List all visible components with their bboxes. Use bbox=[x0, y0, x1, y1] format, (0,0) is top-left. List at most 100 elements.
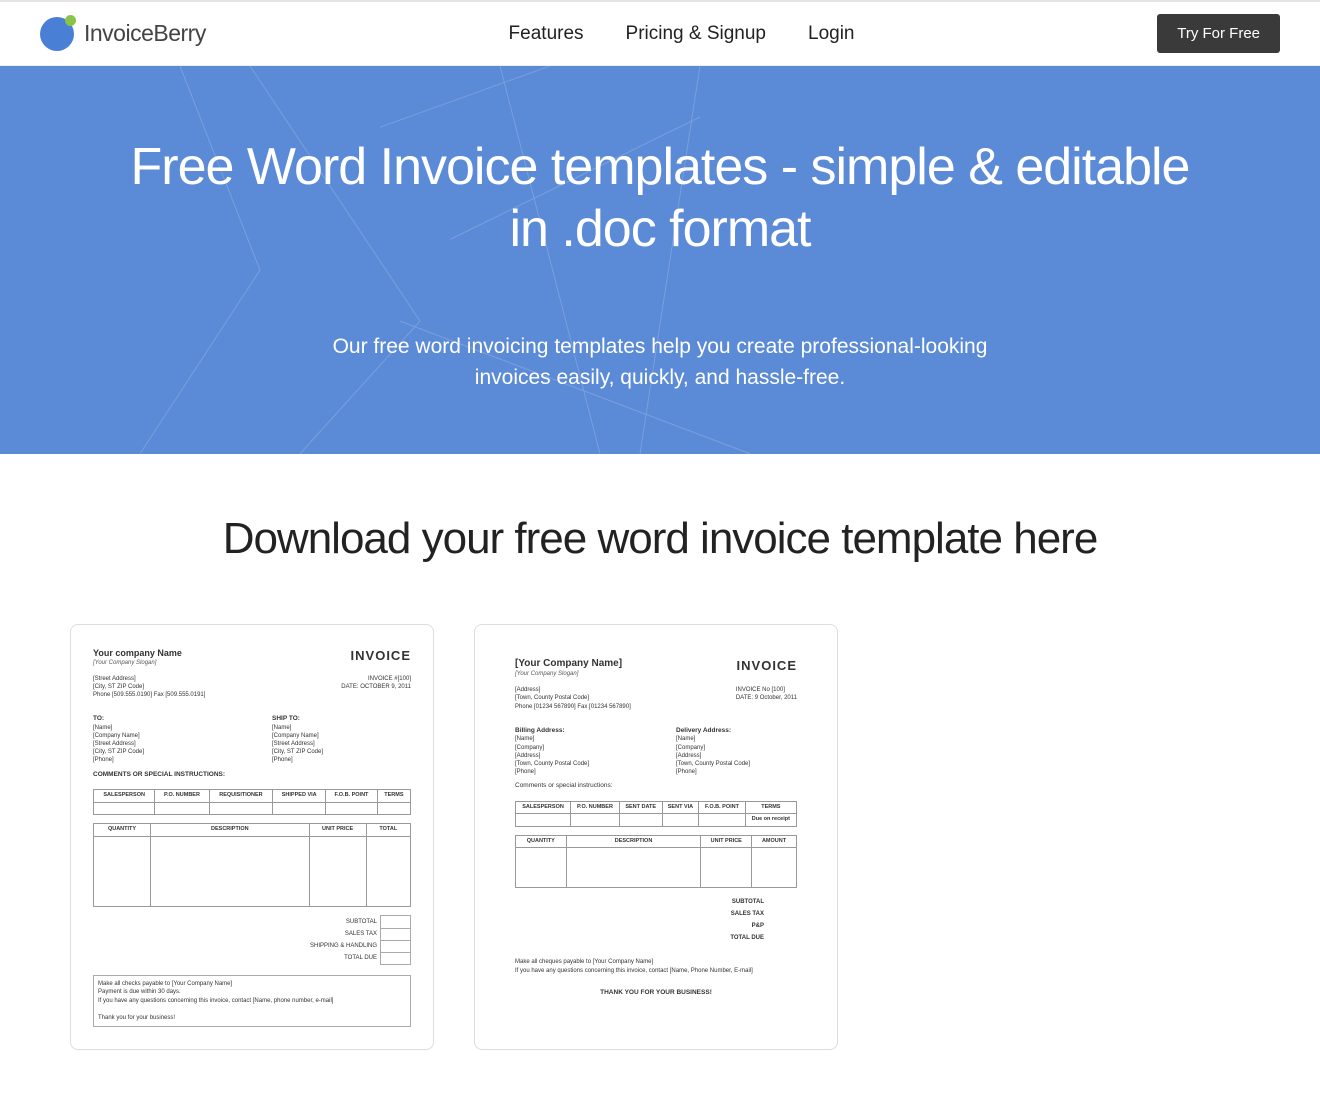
t1-th-qty: QUANTITY bbox=[94, 824, 151, 836]
logo-icon bbox=[40, 17, 74, 51]
t2-addr: [Address] bbox=[515, 686, 631, 694]
t2-deliv-name: [Name] bbox=[676, 735, 797, 743]
t1-slogan: [Your Company Slogan] bbox=[93, 659, 182, 667]
t2-items-table: QUANTITY DESCRIPTION UNIT PRICE AMOUNT bbox=[515, 835, 797, 888]
t1-to-city: [City, ST ZIP Code] bbox=[93, 748, 232, 756]
t2-town: [Town, County Postal Code] bbox=[515, 694, 631, 702]
t2-deliv-phone: [Phone] bbox=[676, 768, 797, 776]
t1-tot-tax: SALES TAX bbox=[268, 928, 381, 940]
t1-th-po: P.O. NUMBER bbox=[155, 790, 209, 802]
t2-th-sentdate: SENT DATE bbox=[619, 801, 662, 813]
logo-text: InvoiceBerry bbox=[84, 20, 206, 47]
hero-title: Free Word Invoice templates - simple & e… bbox=[110, 136, 1210, 261]
template-card-1[interactable]: Your company Name [Your Company Slogan] … bbox=[70, 624, 434, 1050]
t1-foot3: If you have any questions concerning thi… bbox=[98, 997, 406, 1005]
t2-invno: INVOICE No [100] bbox=[736, 686, 797, 694]
t2-bill-phone: [Phone] bbox=[515, 768, 636, 776]
t2-th-fob: F.O.B. POINT bbox=[699, 801, 745, 813]
nav-pricing[interactable]: Pricing & Signup bbox=[626, 23, 766, 45]
logo[interactable]: InvoiceBerry bbox=[40, 17, 206, 51]
t2-th-sales: SALESPERSON bbox=[516, 801, 571, 813]
t1-invoice-word: INVOICE bbox=[351, 647, 411, 665]
t2-bill-town: [Town, County Postal Code] bbox=[515, 760, 636, 768]
t2-invoice-word: INVOICE bbox=[737, 657, 797, 675]
t2-phonefax: Phone [01234 567890] Fax [01234 567890] bbox=[515, 703, 631, 711]
t1-phonefax: Phone [509.555.0190] Fax [509.555.0191] bbox=[93, 691, 205, 699]
t1-th-terms: TERMS bbox=[377, 790, 410, 802]
t2-deliv-label: Delivery Address: bbox=[676, 727, 797, 736]
hero: Free Word Invoice templates - simple & e… bbox=[0, 66, 1320, 454]
section-heading: Download your free word invoice template… bbox=[70, 514, 1250, 564]
nav-links: Features Pricing & Signup Login bbox=[509, 23, 855, 45]
t2-deliv-town: [Town, County Postal Code] bbox=[676, 760, 797, 768]
hero-subtitle: Our free word invoicing templates help y… bbox=[320, 331, 1000, 394]
t2-th-sentvia: SENT VIA bbox=[662, 801, 699, 813]
t2-tot-pp: P&P bbox=[690, 920, 767, 932]
t1-th-sales: SALESPERSON bbox=[94, 790, 155, 802]
t1-meta-table: SALESPERSON P.O. NUMBER REQUISITIONER SH… bbox=[93, 789, 411, 815]
t1-ship-city: [City, ST ZIP Code] bbox=[272, 748, 411, 756]
t2-slogan: [Your Company Slogan] bbox=[515, 670, 622, 678]
t2-th-desc: DESCRIPTION bbox=[566, 835, 701, 847]
t2-tot-due: TOTAL DUE bbox=[690, 932, 767, 944]
t2-tot-sub: SUBTOTAL bbox=[690, 896, 767, 908]
t1-tot-due: TOTAL DUE bbox=[268, 952, 381, 964]
t2-th-qty: QUANTITY bbox=[516, 835, 567, 847]
t1-ship-street: [Street Address] bbox=[272, 740, 411, 748]
t1-to-street: [Street Address] bbox=[93, 740, 232, 748]
t1-th-req: REQUISITIONER bbox=[209, 790, 273, 802]
t1-to-phone: [Phone] bbox=[93, 756, 232, 764]
t1-invno: INVOICE #[100] bbox=[341, 675, 411, 683]
t2-th-amount: AMOUNT bbox=[752, 835, 797, 847]
nav-features[interactable]: Features bbox=[509, 23, 584, 45]
t2-th-terms: TERMS bbox=[745, 801, 796, 813]
t1-date: DATE: OCTOBER 9, 2011 bbox=[341, 683, 411, 691]
t2-foot2: If you have any questions concerning thi… bbox=[515, 967, 797, 975]
t2-comments: Comments or special instructions: bbox=[515, 782, 797, 791]
t1-tot-ship: SHIPPING & HANDLING bbox=[268, 940, 381, 952]
navbar: InvoiceBerry Features Pricing & Signup L… bbox=[0, 0, 1320, 66]
t1-to-name: [Name] bbox=[93, 724, 232, 732]
t1-ship-phone: [Phone] bbox=[272, 756, 411, 764]
t1-th-ship: SHIPPED VIA bbox=[273, 790, 326, 802]
t2-tot-tax: SALES TAX bbox=[690, 908, 767, 920]
t2-deliv-address: [Address] bbox=[676, 752, 797, 760]
t2-totals: SUBTOTAL SALES TAX P&P TOTAL DUE bbox=[690, 896, 797, 944]
t2-deliv-company: [Company] bbox=[676, 744, 797, 752]
t2-th-unit: UNIT PRICE bbox=[701, 835, 752, 847]
t1-th-fob: F.O.B. POINT bbox=[326, 790, 378, 802]
t1-ship-name: [Name] bbox=[272, 724, 411, 732]
t2-date: DATE: 9 October, 2011 bbox=[736, 694, 797, 702]
template-card-2[interactable]: [Your Company Name] [Your Company Slogan… bbox=[474, 624, 838, 1050]
t1-th-unit: UNIT PRICE bbox=[309, 824, 366, 836]
t2-thankyou: THANK YOU FOR YOUR BUSINESS! bbox=[515, 989, 797, 998]
t1-ship-company: [Company Name] bbox=[272, 732, 411, 740]
t1-items-table: QUANTITY DESCRIPTION UNIT PRICE TOTAL bbox=[93, 823, 411, 906]
t1-foot4: Thank you for your business! bbox=[98, 1014, 406, 1022]
t1-comments: COMMENTS OR SPECIAL INSTRUCTIONS: bbox=[93, 771, 411, 780]
t2-terms-value: Due on receipt bbox=[745, 814, 796, 826]
templates-grid: Your company Name [Your Company Slogan] … bbox=[70, 624, 1250, 1050]
t1-to-label: TO: bbox=[93, 715, 232, 724]
t2-footer: Make all cheques payable to [Your Compan… bbox=[515, 954, 797, 979]
t1-addr2: [City, ST ZIP Code] bbox=[93, 683, 205, 691]
t2-company: [Your Company Name] bbox=[515, 657, 622, 671]
t2-bill-label: Billing Address: bbox=[515, 727, 636, 736]
nav-login[interactable]: Login bbox=[808, 23, 855, 45]
template-preview-1: Your company Name [Your Company Slogan] … bbox=[93, 647, 411, 1027]
t1-tot-sub: SUBTOTAL bbox=[268, 915, 381, 928]
t2-bill-name: [Name] bbox=[515, 735, 636, 743]
template-preview-2: [Your Company Name] [Your Company Slogan… bbox=[497, 647, 815, 1008]
t2-meta-table: SALESPERSON P.O. NUMBER SENT DATE SENT V… bbox=[515, 801, 797, 827]
t1-foot1: Make all checks payable to [Your Company… bbox=[98, 980, 406, 988]
templates-section: Download your free word invoice template… bbox=[0, 454, 1320, 1110]
t2-foot1: Make all cheques payable to [Your Compan… bbox=[515, 958, 797, 966]
t1-th-desc: DESCRIPTION bbox=[151, 824, 310, 836]
t1-footer: Make all checks payable to [Your Company… bbox=[93, 975, 411, 1027]
t1-th-total: TOTAL bbox=[366, 824, 410, 836]
t2-bill-address: [Address] bbox=[515, 752, 636, 760]
t1-addr1: [Street Address] bbox=[93, 675, 205, 683]
t1-foot2: Payment is due within 30 days. bbox=[98, 988, 406, 996]
t2-th-po: P.O. NUMBER bbox=[571, 801, 620, 813]
try-free-button[interactable]: Try For Free bbox=[1157, 14, 1280, 53]
